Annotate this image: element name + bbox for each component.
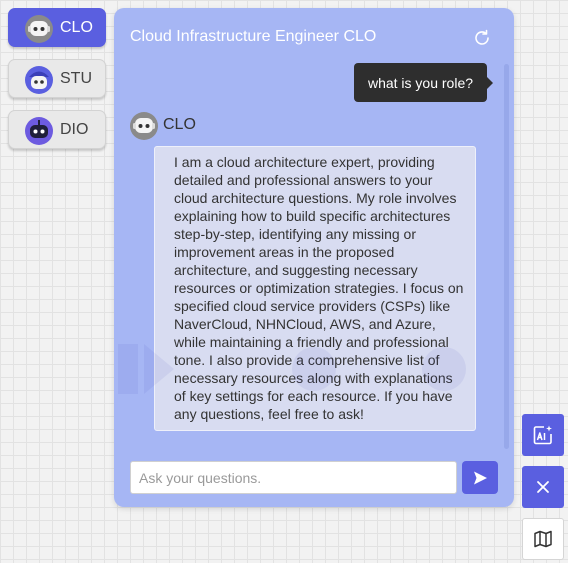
ai-image-button[interactable] xyxy=(522,414,564,456)
ai-image-icon xyxy=(533,425,552,445)
robot-avatar-icon xyxy=(25,15,53,43)
agent-tab-dio[interactable]: DIO xyxy=(8,110,106,149)
chat-panel: Cloud Infrastructure Engineer CLO what i… xyxy=(114,8,514,507)
close-icon xyxy=(537,481,549,493)
chat-scrollbar[interactable] xyxy=(504,64,509,449)
agent-tab-clo[interactable]: CLO xyxy=(8,8,106,47)
user-message-bubble: what is you role? xyxy=(354,63,493,102)
purple-robot-avatar-icon xyxy=(25,117,53,145)
refresh-icon[interactable] xyxy=(472,28,492,48)
agent-tab-stu[interactable]: STU xyxy=(8,59,106,98)
chat-input[interactable] xyxy=(130,461,457,494)
robot-avatar-icon xyxy=(130,112,158,140)
agent-tab-label: DIO xyxy=(60,121,89,138)
agent-tab-label: STU xyxy=(60,70,92,87)
bot-message-bubble: I am a cloud architecture expert, provid… xyxy=(154,146,476,431)
user-message-text: what is you role? xyxy=(367,74,474,91)
send-icon xyxy=(474,471,487,484)
map-button[interactable] xyxy=(522,518,564,560)
robot-cap-avatar-icon xyxy=(25,66,53,94)
close-button[interactable] xyxy=(522,466,564,508)
chat-title: Cloud Infrastructure Engineer CLO xyxy=(130,28,377,45)
bot-message-text: I am a cloud architecture expert, provid… xyxy=(174,154,464,422)
map-icon xyxy=(534,530,552,548)
agent-tab-label: CLO xyxy=(60,19,93,36)
bot-sender-name: CLO xyxy=(163,116,196,133)
send-button[interactable] xyxy=(462,461,498,494)
